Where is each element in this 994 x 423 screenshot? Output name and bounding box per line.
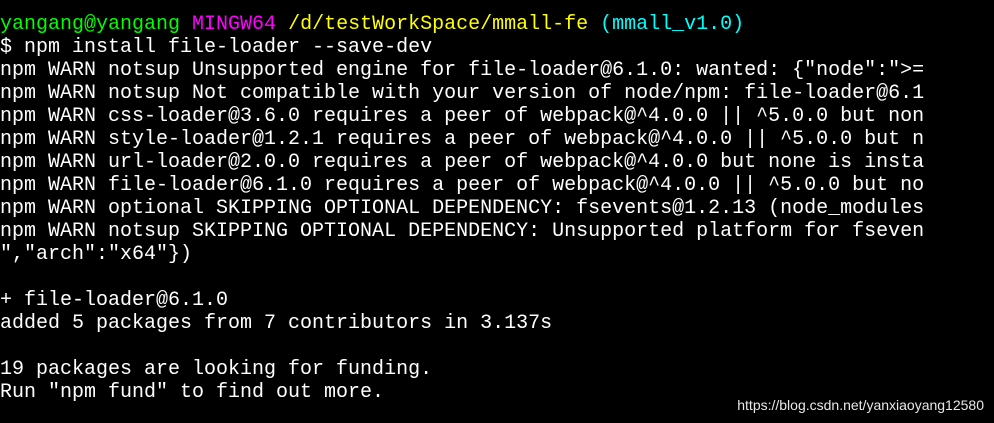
installed-package-line: + file-loader@6.1.0 [0,289,229,312]
watermark-text: https://blog.csdn.net/yanxiaoyang12580 [737,397,984,413]
output-line: npm WARN notsup SKIPPING OPTIONAL DEPEND… [0,220,925,243]
output-line: npm WARN url-loader@2.0.0 requires a pee… [0,151,925,174]
output-line: npm WARN optional SKIPPING OPTIONAL DEPE… [0,197,925,220]
output-line: npm WARN style-loader@1.2.1 requires a p… [0,128,925,151]
funding-line: 19 packages are looking for funding. [0,358,433,381]
terminal-window[interactable]: yangang@yangang MINGW64 /d/testWorkSpace… [0,0,994,423]
prompt-user-host: yangang@yangang [0,13,181,36]
output-line: npm WARN notsup Not compatible with your… [0,82,925,105]
output-line: ","arch":"x64"}) [0,243,193,266]
added-summary-line: added 5 packages from 7 contributors in … [0,312,553,335]
prompt-branch: (mmall_v1.0) [600,13,745,36]
prompt-line: yangang@yangang MINGW64 /d/testWorkSpace… [0,13,994,36]
prompt-system: MINGW64 [192,13,277,36]
prompt-path: /d/testWorkSpace/mmall-fe [288,13,589,36]
output-line: npm WARN notsup Unsupported engine for f… [0,59,925,82]
output-line: npm WARN file-loader@6.1.0 requires a pe… [0,174,925,197]
command-line: $ npm install file-loader --save-dev [0,36,433,59]
output-line: npm WARN css-loader@3.6.0 requires a pee… [0,105,925,128]
